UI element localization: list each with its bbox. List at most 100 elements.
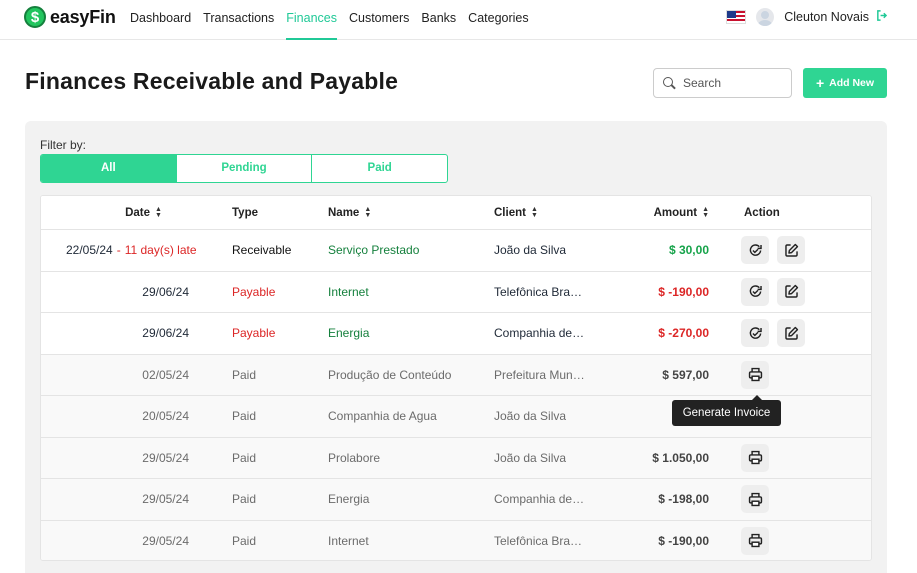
avatar[interactable]	[756, 8, 775, 26]
filter-pending[interactable]: Pending	[177, 155, 313, 182]
print-invoice-button[interactable]	[741, 360, 769, 389]
client-cell: Companhia de En…	[494, 313, 594, 354]
row-date: 29/05/24	[142, 533, 189, 548]
amount-cell: $ -270,00	[658, 326, 709, 341]
type-cell: Paid	[232, 367, 257, 382]
client-cell: Prefeitura Muni…	[494, 355, 594, 396]
nav-transactions[interactable]: Transactions	[203, 0, 274, 40]
page-title: Finances Receivable and Payable	[25, 68, 399, 94]
name-header-label: Name	[328, 206, 360, 219]
amount-cell: $ 597,00	[662, 367, 709, 382]
mark-paid-button[interactable]	[741, 277, 769, 306]
app-name: easyFin	[50, 6, 116, 27]
nav-finances[interactable]: Finances	[286, 0, 337, 40]
table-row: 29/05/24 Paid Prolabore João da Silva $ 1.05…	[41, 437, 871, 479]
client-name: João da Silva	[494, 243, 567, 258]
date-cell: 29/06/24	[41, 313, 189, 354]
amount-cell: $ -198,00	[658, 492, 709, 507]
date-cell: 29/05/24	[41, 479, 189, 520]
late-separator: -	[116, 243, 121, 258]
print-invoice-button[interactable]	[741, 485, 769, 514]
table-row: 22/05/24-11 day(s) late Receivable Serviço…	[41, 230, 871, 272]
table-row: 29/06/24 Payable Internet Telefônica Bras… $…	[41, 271, 871, 313]
amount-cell: $ -190,00	[658, 284, 709, 299]
table-row: 29/05/24 Paid Internet Telefônica Bras… $ -1…	[41, 520, 871, 561]
mark-paid-button[interactable]	[741, 236, 769, 265]
column-header-amount[interactable]: Amount ▲ ▼	[601, 196, 709, 229]
client-name: Telefônica Bras…	[494, 533, 586, 548]
name-cell[interactable]: Energia	[328, 479, 488, 520]
type-cell: Paid	[232, 533, 257, 548]
edit-button[interactable]	[777, 236, 805, 265]
column-header-name[interactable]: Name ▲ ▼	[328, 196, 488, 229]
row-date: 29/05/24	[142, 492, 189, 507]
dollar-coin-icon: $	[24, 6, 46, 28]
nav-banks[interactable]: Banks	[421, 0, 456, 40]
client-cell: Companhia de En…	[494, 479, 594, 520]
name-cell[interactable]: Energia	[328, 313, 488, 354]
name-cell[interactable]: Prolabore	[328, 438, 488, 479]
date-cell: 20/05/24	[41, 396, 189, 437]
print-invoice-button[interactable]	[741, 443, 769, 472]
client-cell: João da Silva	[494, 438, 594, 479]
row-date: 29/05/24	[142, 450, 189, 465]
client-name: João da Silva	[494, 409, 567, 424]
nav-categories[interactable]: Categories	[468, 0, 528, 40]
row-date: 02/05/24	[142, 367, 189, 382]
us-flag-icon[interactable]	[726, 10, 747, 24]
action-cell	[741, 355, 861, 396]
sort-icon: ▲ ▼	[702, 205, 709, 219]
date-header-label: Date	[125, 206, 150, 219]
client-cell: Telefônica Bras…	[494, 272, 594, 313]
table-row: 29/06/24 Payable Energia Companhia de En… $ …	[41, 313, 871, 355]
search-icon	[663, 77, 675, 89]
search-box[interactable]	[653, 68, 792, 98]
client-cell: João da Silva	[494, 230, 594, 271]
row-date: 29/06/24	[142, 326, 189, 341]
mark-paid-button[interactable]	[741, 319, 769, 348]
search-input[interactable]	[683, 76, 783, 90]
name-cell[interactable]: Companhia de Agua	[328, 396, 488, 437]
client-name: Companhia de En…	[494, 492, 586, 507]
print-invoice-button[interactable]	[741, 526, 769, 555]
action-cell	[741, 313, 861, 354]
payment-check-icon	[747, 242, 764, 259]
column-header-date[interactable]: Date ▲ ▼	[101, 196, 186, 229]
table-header-row: Date ▲ ▼ Type Name ▲ ▼ Client ▲ ▼ Amount ▲ ▼…	[41, 196, 871, 230]
nav-dashboard[interactable]: Dashboard	[130, 0, 191, 40]
payment-check-icon	[747, 283, 764, 300]
type-cell: Payable	[232, 284, 276, 299]
nav-customers[interactable]: Customers	[349, 0, 409, 40]
date-cell: 02/05/24	[41, 355, 189, 396]
filter-paid[interactable]: Paid	[312, 155, 447, 182]
edit-button[interactable]	[777, 277, 805, 306]
action-cell	[741, 272, 861, 313]
filter-all[interactable]: All	[41, 155, 177, 182]
logout-icon[interactable]	[876, 10, 888, 24]
column-header-client[interactable]: Client ▲ ▼	[494, 196, 594, 229]
edit-button[interactable]	[777, 319, 805, 348]
sort-icon: ▲ ▼	[155, 205, 162, 219]
action-cell	[741, 479, 861, 520]
printer-icon	[747, 366, 764, 383]
payment-check-icon	[747, 325, 764, 342]
row-date: 20/05/24	[142, 409, 189, 424]
name-cell[interactable]: Internet	[328, 521, 488, 561]
user-name[interactable]: Cleuton Novais	[784, 10, 869, 24]
add-new-button[interactable]: + Add New	[803, 68, 887, 98]
client-name: Telefônica Bras…	[494, 284, 586, 299]
name-cell[interactable]: Produção de Conteúdo	[328, 355, 488, 396]
late-indicator: 11 day(s) late	[124, 243, 197, 258]
type-cell: Paid	[232, 450, 257, 465]
edit-icon	[783, 242, 800, 259]
app-logo[interactable]: $ easyFin	[24, 6, 116, 28]
type-cell: Paid	[232, 409, 257, 424]
printer-icon	[747, 491, 764, 508]
date-cell: 29/06/24	[41, 272, 189, 313]
date-cell: 29/05/24	[41, 438, 189, 479]
name-cell[interactable]: Serviço Prestado	[328, 230, 488, 271]
main-nav: Dashboard Transactions Finances Customer…	[130, 0, 529, 40]
amount-header-label: Amount	[653, 206, 698, 219]
action-cell	[741, 438, 861, 479]
name-cell[interactable]: Internet	[328, 272, 488, 313]
